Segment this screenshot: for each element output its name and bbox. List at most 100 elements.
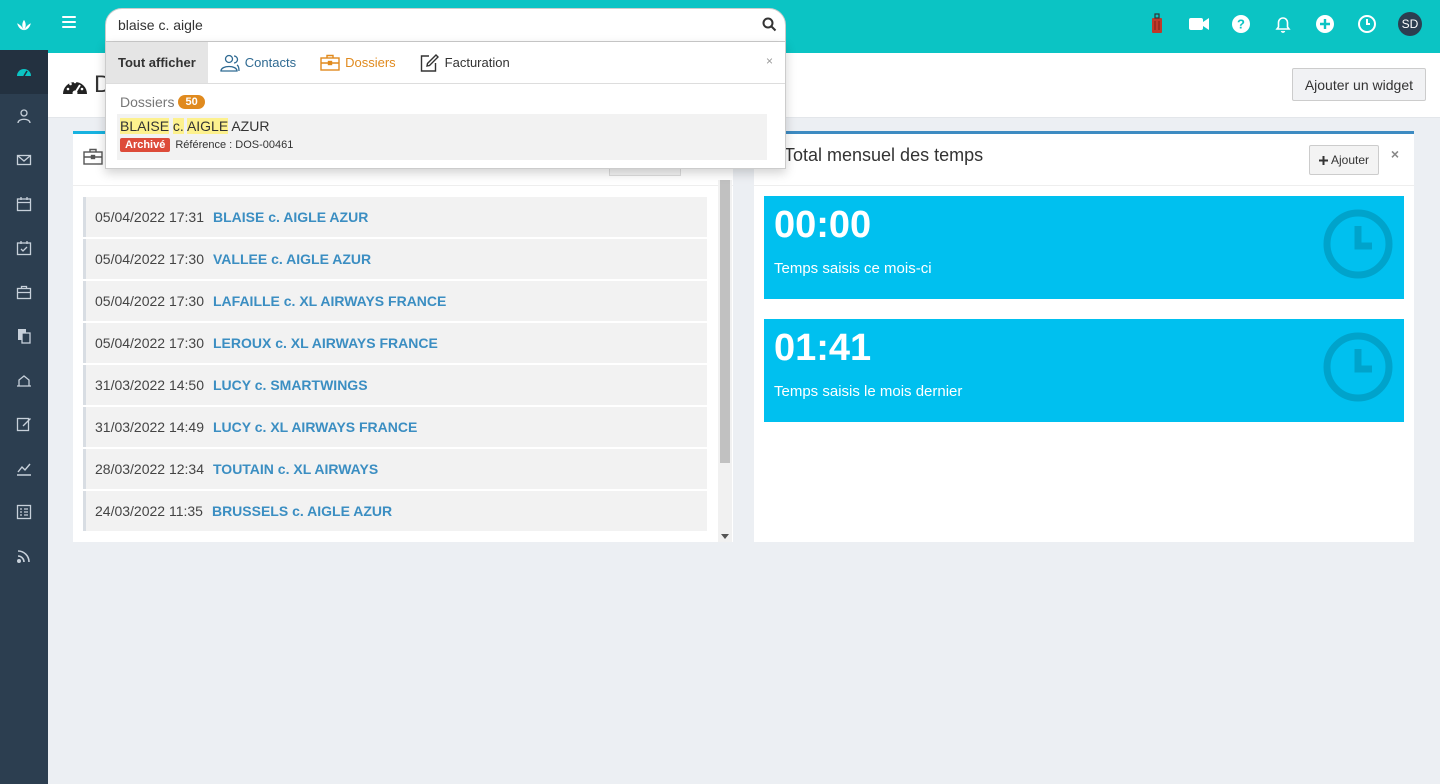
tab-dossiers[interactable]: Dossiers bbox=[308, 42, 408, 83]
mail-icon bbox=[16, 154, 32, 166]
dossier-row[interactable]: 05/04/2022 17:30 LAFAILLE c. XL AIRWAYS F… bbox=[83, 281, 707, 321]
dossier-link[interactable]: TOUTAIN c. XL AIRWAYS bbox=[213, 461, 378, 477]
dossier-row[interactable]: 31/03/2022 14:50 LUCY c. SMARTWINGS bbox=[83, 365, 707, 405]
dossier-link[interactable]: LUCY c. SMARTWINGS bbox=[213, 377, 368, 393]
close-widget-button[interactable]: × bbox=[1391, 146, 1399, 162]
time-box-last-month: 01:41 Temps saisis le mois dernier bbox=[764, 319, 1404, 422]
recent-dossiers-widget: 05/04/2022 17:31 BLAISE c. AIGLE AZUR 05/0… bbox=[73, 131, 733, 542]
list-icon bbox=[16, 504, 32, 520]
sidebar-item-dashboard[interactable] bbox=[0, 50, 48, 94]
widget-title: Total mensuel des temps bbox=[784, 145, 984, 165]
suitcase-icon[interactable] bbox=[1146, 13, 1168, 35]
dossier-date: 05/04/2022 17:30 bbox=[95, 335, 204, 351]
sidebar-item-documents[interactable] bbox=[0, 314, 48, 358]
dossier-row[interactable]: 05/04/2022 17:30 LEROUX c. XL AIRWAYS FRA… bbox=[83, 323, 707, 363]
calendar-icon bbox=[16, 197, 32, 212]
clock-icon bbox=[1323, 332, 1393, 402]
dossier-date: 05/04/2022 17:30 bbox=[95, 293, 204, 309]
time-label-last-month: Temps saisis le mois dernier bbox=[774, 383, 963, 400]
sidebar-item-list[interactable] bbox=[0, 490, 48, 534]
contacts-icon bbox=[220, 54, 240, 72]
scrollbar[interactable] bbox=[718, 180, 732, 542]
dossier-date: 05/04/2022 17:30 bbox=[95, 251, 204, 267]
svg-text:?: ? bbox=[1237, 17, 1245, 32]
dossier-link[interactable]: LAFAILLE c. XL AIRWAYS FRANCE bbox=[213, 293, 446, 309]
scroll-down-arrow[interactable] bbox=[721, 534, 729, 539]
bell-icon[interactable] bbox=[1272, 13, 1294, 35]
time-total-widget: Total mensuel des temps Ajouter × 00:00 … bbox=[754, 131, 1414, 542]
result-count-badge: 50 bbox=[178, 95, 205, 109]
dashboard-icon bbox=[17, 69, 31, 77]
dossier-date: 24/03/2022 11:35 bbox=[95, 503, 203, 519]
plus-circle-icon[interactable] bbox=[1314, 13, 1336, 35]
logo[interactable] bbox=[0, 0, 48, 50]
video-icon[interactable] bbox=[1188, 13, 1210, 35]
edit-icon bbox=[420, 53, 439, 72]
documents-icon bbox=[18, 329, 31, 344]
dashboard-icon bbox=[63, 80, 87, 96]
tab-dossiers-label: Dossiers bbox=[345, 55, 396, 70]
tab-all[interactable]: Tout afficher bbox=[106, 42, 208, 83]
dossier-link[interactable]: BRUSSELS c. AIGLE AZUR bbox=[212, 503, 392, 519]
search-input[interactable]: blaise c. aigle bbox=[105, 8, 786, 42]
result-title: BLAISE c. AIGLE AZUR bbox=[120, 118, 767, 134]
sidebar-item-calendar[interactable] bbox=[0, 182, 48, 226]
search-tabs: Tout afficher Contacts Dossiers Facturat… bbox=[106, 42, 785, 84]
dossier-link[interactable]: VALLEE c. AIGLE AZUR bbox=[213, 251, 371, 267]
menu-icon[interactable] bbox=[62, 16, 76, 30]
plus-icon bbox=[1318, 155, 1328, 165]
dossier-row[interactable]: 28/03/2022 12:34 TOUTAIN c. XL AIRWAYS bbox=[83, 449, 707, 489]
avatar[interactable]: SD bbox=[1398, 12, 1422, 36]
clock-icon[interactable] bbox=[1356, 13, 1378, 35]
contacts-icon bbox=[17, 109, 31, 124]
chart-icon bbox=[17, 463, 31, 476]
highlight-term: BLAISE bbox=[120, 118, 170, 134]
search-icon[interactable] bbox=[762, 17, 777, 32]
dossier-link[interactable]: LEROUX c. XL AIRWAYS FRANCE bbox=[213, 335, 438, 351]
tasks-icon bbox=[16, 241, 32, 256]
edit-icon bbox=[16, 417, 31, 432]
close-search-button[interactable]: × bbox=[766, 54, 773, 68]
dossier-date: 05/04/2022 17:31 bbox=[95, 209, 204, 225]
add-widget-button[interactable]: Ajouter un widget bbox=[1291, 68, 1426, 101]
briefcase-icon bbox=[320, 54, 340, 71]
search-result-item[interactable]: BLAISE c. AIGLE AZUR Archivé Référence :… bbox=[117, 114, 767, 160]
tab-facturation[interactable]: Facturation bbox=[408, 42, 522, 83]
widget-header: Total mensuel des temps Ajouter × bbox=[754, 134, 1414, 186]
dossier-row[interactable]: 05/04/2022 17:30 VALLEE c. AIGLE AZUR bbox=[83, 239, 707, 279]
tab-contacts[interactable]: Contacts bbox=[208, 42, 308, 83]
scrollbar-thumb[interactable] bbox=[720, 180, 730, 463]
briefcase-icon bbox=[16, 285, 32, 300]
time-value-this-month: 00:00 bbox=[774, 204, 872, 246]
tab-contacts-label: Contacts bbox=[244, 55, 297, 70]
highlight-term: c. bbox=[172, 118, 184, 134]
time-value-last-month: 01:41 bbox=[774, 327, 872, 369]
dossier-link[interactable]: BLAISE c. AIGLE AZUR bbox=[213, 209, 368, 225]
dossier-row[interactable]: 24/03/2022 11:35 BRUSSELS c. AIGLE AZUR bbox=[83, 491, 707, 531]
result-reference: Référence : DOS-00461 bbox=[175, 139, 294, 151]
tab-facturation-label: Facturation bbox=[444, 55, 510, 70]
result-section-dossiers: Dossiers 50 BLAISE c. AIGLE AZUR Archivé… bbox=[106, 84, 785, 160]
add-time-button[interactable]: Ajouter bbox=[1308, 145, 1379, 175]
dossier-link[interactable]: LUCY c. XL AIRWAYS FRANCE bbox=[213, 419, 417, 435]
sidebar-item-stats[interactable] bbox=[0, 446, 48, 490]
billing-icon bbox=[17, 375, 31, 387]
dossier-row[interactable]: 31/03/2022 14:49 LUCY c. XL AIRWAYS FRANC… bbox=[83, 407, 707, 447]
highlight-term: AIGLE bbox=[186, 118, 229, 134]
sidebar-item-contacts[interactable] bbox=[0, 94, 48, 138]
help-icon[interactable]: ? bbox=[1230, 13, 1252, 35]
clock-icon bbox=[1323, 209, 1393, 279]
page-title: D bbox=[62, 71, 111, 99]
search-query: blaise c. aigle bbox=[118, 17, 203, 33]
sidebar-item-edit[interactable] bbox=[0, 402, 48, 446]
sidebar-item-tasks[interactable] bbox=[0, 226, 48, 270]
sidebar-item-billing[interactable] bbox=[0, 358, 48, 402]
result-meta: Archivé Référence : DOS-00461 bbox=[120, 138, 767, 152]
result-title-rest: AZUR bbox=[231, 118, 270, 134]
sidebar-item-mail[interactable] bbox=[0, 138, 48, 182]
result-section-title: Dossiers bbox=[120, 94, 175, 110]
sidebar-item-rss[interactable] bbox=[0, 534, 48, 578]
dossier-row[interactable]: 05/04/2022 17:31 BLAISE c. AIGLE AZUR bbox=[83, 197, 707, 237]
sidebar-item-dossiers[interactable] bbox=[0, 270, 48, 314]
dossier-date: 31/03/2022 14:49 bbox=[95, 419, 204, 435]
